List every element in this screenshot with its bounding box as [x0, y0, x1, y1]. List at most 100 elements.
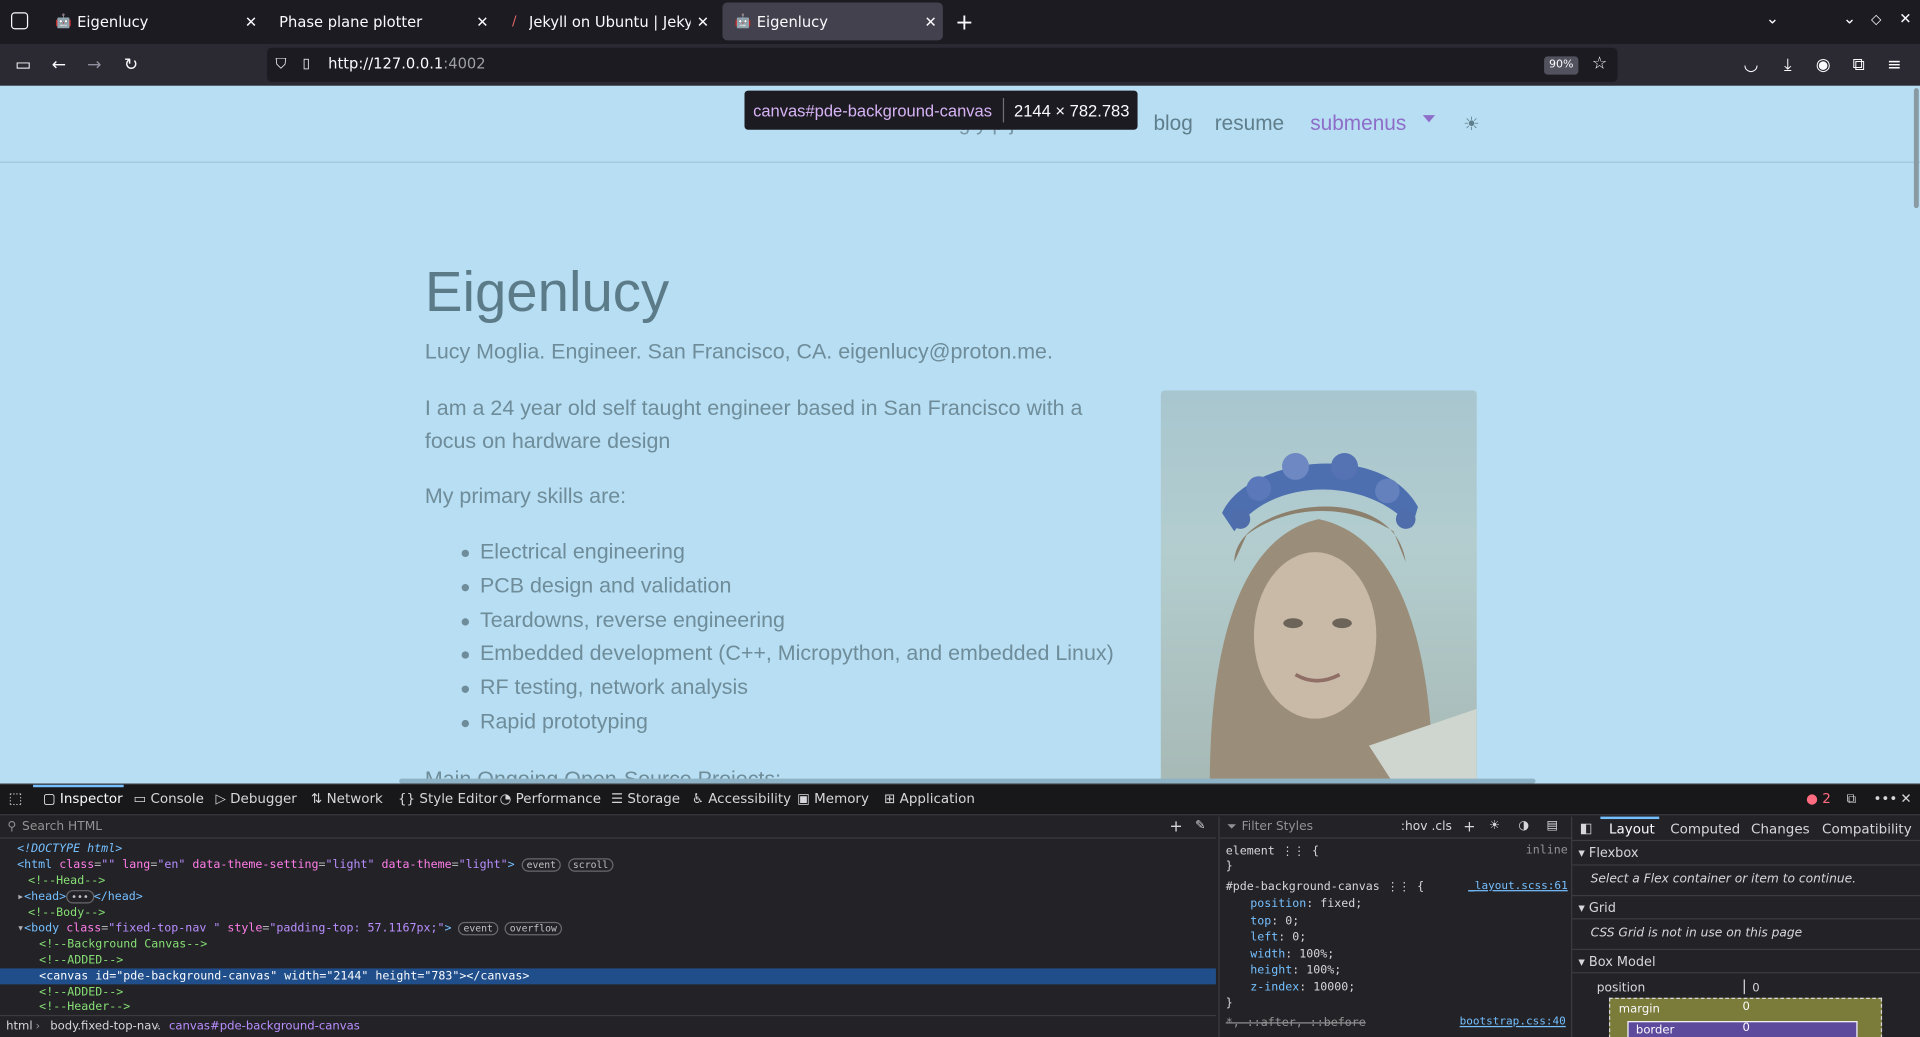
code-line[interactable]: <!--Head-->	[28, 873, 105, 889]
close-window-icon[interactable]: ✕	[1899, 10, 1911, 27]
shield-icon[interactable]: ⛉	[276, 55, 287, 73]
search-html-bar[interactable]: ⚲ Search HTML + ✎	[0, 817, 1216, 839]
css-declaration[interactable]: top: 0;	[1250, 913, 1299, 930]
pocket-icon[interactable]: ◡	[1739, 53, 1763, 77]
flexbox-section[interactable]: ▾ Flexbox	[1572, 841, 1920, 866]
grid-section[interactable]: ▾ Grid	[1572, 894, 1920, 920]
margin-box[interactable]: margin 0 border 0	[1608, 997, 1883, 1037]
browser-tab[interactable]: 🤖 Eigenlucy ✕	[43, 2, 263, 40]
rule-selector[interactable]: *, ::after, ::before	[1226, 1015, 1366, 1032]
browser-tab-active[interactable]: 🤖 Eigenlucy ✕	[722, 2, 943, 41]
restore-icon[interactable]: ◇	[1871, 11, 1881, 27]
tab-application[interactable]: ⊞ Application	[884, 791, 975, 807]
error-count-badge[interactable]: ● 2	[1806, 791, 1831, 807]
breadcrumb-item[interactable]: body.fixed-top-nav.	[50, 1020, 161, 1033]
filter-styles-bar[interactable]: ⏷ Filter Styles :hov .cls + ☀ ◑ ▤	[1219, 817, 1573, 839]
vertical-scrollbar[interactable]	[1913, 88, 1919, 209]
light-scheme-icon[interactable]: ☀	[1489, 819, 1500, 832]
eyedropper-icon[interactable]: ✎	[1195, 819, 1205, 832]
tab-storage[interactable]: ☰ Storage	[611, 791, 680, 807]
account-icon[interactable]: ◉	[1811, 53, 1835, 77]
code-line[interactable]: <!--ADDED-->	[39, 984, 123, 1000]
close-tab-icon[interactable]: ✕	[918, 13, 942, 30]
new-tab-icon[interactable]: +	[955, 10, 973, 36]
tab-performance[interactable]: ◔ Performance	[500, 791, 601, 807]
tab-computed[interactable]: Computed	[1670, 822, 1740, 838]
close-tab-icon[interactable]: ✕	[470, 13, 494, 30]
tab-style-editor[interactable]: {} Style Editor	[398, 791, 497, 807]
hov-toggle[interactable]: :hov	[1401, 820, 1428, 833]
rule-selector[interactable]: #pde-background-canvas ⋮⋮ {	[1226, 879, 1424, 896]
forward-icon[interactable]: →	[82, 53, 106, 77]
browser-tab[interactable]: Phase plane plotter ✕	[267, 2, 495, 40]
grid-note: CSS Grid is not in use on this page	[1590, 926, 1803, 941]
dock-icon[interactable]: ⧉	[1847, 791, 1857, 808]
sidebar-icon[interactable]: ▭	[11, 53, 35, 77]
code-line[interactable]: <!DOCTYPE html>	[17, 841, 122, 857]
add-rule-icon[interactable]: +	[1463, 818, 1475, 835]
search-html-input[interactable]: Search HTML	[22, 820, 102, 833]
url-text[interactable]: http://127.0.0.1:4002	[328, 55, 485, 72]
caret-down-icon[interactable]	[1422, 115, 1436, 123]
code-line-selected[interactable]: <canvas id="pde-background-canvas" width…	[39, 968, 529, 984]
rule-source-link[interactable]: bootstrap.css:40	[1460, 1016, 1566, 1028]
border-box[interactable]: border 0	[1627, 1021, 1858, 1037]
code-line[interactable]: <!--Background Canvas-->	[39, 937, 207, 953]
tab-console[interactable]: ▭ Console	[133, 791, 203, 807]
tab-overview-icon[interactable]	[11, 12, 29, 30]
nav-link-resume[interactable]: resume	[1215, 111, 1284, 135]
css-declaration[interactable]: left: 0;	[1250, 929, 1306, 946]
print-icon[interactable]: ▤	[1547, 819, 1559, 832]
css-declaration[interactable]: z-index: 10000;	[1250, 979, 1355, 996]
tab-layout[interactable]: Layout	[1609, 822, 1655, 838]
dark-scheme-icon[interactable]: ◑	[1518, 819, 1529, 832]
breadcrumb-item[interactable]: html	[6, 1020, 32, 1033]
nav-link-submenus[interactable]: submenus	[1310, 111, 1406, 135]
tab-inspector[interactable]: ▢ Inspector	[43, 791, 123, 807]
position-value[interactable]: 0	[1752, 982, 1759, 995]
bookmark-star-icon[interactable]: ☆	[1592, 54, 1607, 74]
tab-debugger[interactable]: ▷ Debugger	[216, 791, 297, 807]
tab-accessibility[interactable]: ♿ Accessibility	[692, 791, 791, 807]
tab-compatibility[interactable]: Compatibility	[1822, 822, 1912, 838]
extensions-icon[interactable]: ⧉	[1847, 53, 1871, 77]
more-options-icon[interactable]: •••	[1873, 791, 1897, 807]
rule-source-link[interactable]: _layout.scss:61	[1468, 880, 1568, 892]
code-line[interactable]: ▸<head> ••• </head>	[17, 889, 143, 905]
css-declaration[interactable]: width: 100%;	[1250, 946, 1334, 963]
css-declaration[interactable]: position: fixed;	[1250, 896, 1362, 913]
menu-icon[interactable]: ≡	[1882, 53, 1906, 77]
theme-toggle-sun-icon[interactable]: ☀	[1463, 113, 1479, 135]
breadcrumb-item[interactable]: canvas#pde-background-canvas	[169, 1020, 360, 1033]
filter-styles-input[interactable]: Filter Styles	[1242, 820, 1313, 833]
rule-element[interactable]: element ⋮⋮ {	[1226, 844, 1319, 861]
list-tabs-icon[interactable]: ⌄	[1766, 10, 1779, 28]
zoom-badge[interactable]: 90%	[1544, 56, 1579, 75]
add-node-icon[interactable]: +	[1169, 818, 1182, 836]
element-picker-icon[interactable]: ⬚	[9, 790, 23, 807]
back-icon[interactable]: ←	[47, 53, 71, 77]
minimize-icon[interactable]: ⌄	[1843, 10, 1856, 28]
css-declaration[interactable]: height: 100%;	[1250, 962, 1341, 979]
code-line[interactable]: <!--ADDED-->	[39, 953, 123, 969]
url-bar[interactable]: ⛉ ▯ http://127.0.0.1:4002 90% ☆	[266, 47, 1618, 83]
code-line[interactable]: ▾<body class="fixed-top-nav " style="pad…	[17, 921, 562, 937]
close-devtools-icon[interactable]: ✕	[1900, 791, 1911, 807]
tab-memory[interactable]: ▣ Memory	[797, 791, 869, 807]
code-line[interactable]: <!--Body-->	[28, 905, 105, 921]
margin-value[interactable]: 0	[1742, 1000, 1749, 1013]
code-line[interactable]: <html class="" lang="en" data-theme-sett…	[17, 857, 614, 873]
toggle-sidebar-icon[interactable]: ◧	[1580, 820, 1593, 836]
close-tab-icon[interactable]: ✕	[239, 13, 263, 30]
tab-network[interactable]: ⇅ Network	[311, 791, 383, 807]
box-model-section[interactable]: ▾ Box Model	[1572, 948, 1920, 974]
close-tab-icon[interactable]: ✕	[691, 13, 715, 30]
downloads-icon[interactable]: ⤓	[1776, 53, 1800, 77]
cls-toggle[interactable]: .cls	[1431, 820, 1451, 833]
nav-link-blog[interactable]: blog	[1153, 111, 1192, 135]
code-line[interactable]: <!--Header-->	[39, 999, 130, 1011]
border-value[interactable]: 0	[1742, 1021, 1749, 1034]
browser-tab[interactable]: / Jekyll on Ubuntu | Jekyll • S ✕	[495, 2, 715, 40]
tab-changes[interactable]: Changes	[1751, 822, 1810, 838]
reload-icon[interactable]: ↻	[119, 53, 143, 77]
